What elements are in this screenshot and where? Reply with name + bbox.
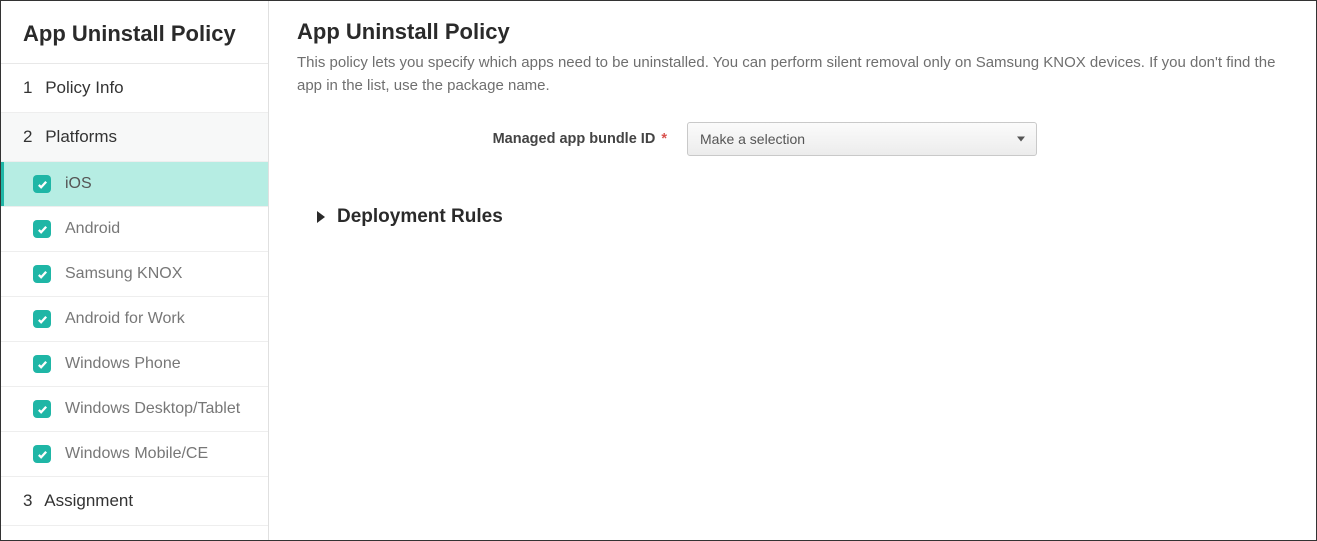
platform-item-android[interactable]: Android [1, 207, 268, 252]
page-title: App Uninstall Policy [297, 19, 1288, 45]
platform-item-samsung-knox[interactable]: Samsung KNOX [1, 252, 268, 297]
platform-item-windows-mobile-ce[interactable]: Windows Mobile/CE [1, 432, 268, 477]
step-number: 2 [23, 127, 32, 146]
platform-item-android-for-work[interactable]: Android for Work [1, 297, 268, 342]
checkbox-checked-icon [33, 355, 51, 373]
step-assignment[interactable]: 3 Assignment [1, 477, 268, 526]
triangle-right-icon [317, 211, 325, 223]
checkbox-checked-icon [33, 310, 51, 328]
sidebar-title: App Uninstall Policy [1, 1, 268, 64]
platform-label: Windows Phone [65, 355, 181, 373]
platform-label: Android [65, 220, 120, 238]
required-mark: * [661, 131, 667, 147]
bundle-id-select[interactable]: Make a selection [687, 122, 1037, 156]
platform-label: Samsung KNOX [65, 265, 182, 283]
step-label: Assignment [44, 491, 133, 510]
caret-down-icon [1017, 136, 1025, 141]
checkbox-checked-icon [33, 220, 51, 238]
step-label: Policy Info [45, 78, 123, 97]
deployment-rules-title: Deployment Rules [337, 206, 503, 228]
deployment-rules-toggle[interactable]: Deployment Rules [297, 206, 1288, 228]
platform-label: Windows Mobile/CE [65, 445, 208, 463]
step-number: 3 [23, 491, 32, 510]
main-panel: App Uninstall Policy This policy lets yo… [269, 1, 1316, 540]
platform-label: Android for Work [65, 310, 185, 328]
form-row-bundle-id: Managed app bundle ID * Make a selection [297, 122, 1288, 156]
step-number: 1 [23, 78, 32, 97]
checkbox-checked-icon [33, 445, 51, 463]
select-placeholder: Make a selection [700, 131, 805, 147]
step-label: Platforms [45, 127, 117, 146]
step-platforms[interactable]: 2 Platforms [1, 113, 268, 162]
checkbox-checked-icon [33, 175, 51, 193]
step-policy-info[interactable]: 1 Policy Info [1, 64, 268, 113]
platform-item-windows-phone[interactable]: Windows Phone [1, 342, 268, 387]
platform-item-windows-desktop-tablet[interactable]: Windows Desktop/Tablet [1, 387, 268, 432]
platform-item-ios[interactable]: iOS [1, 162, 268, 207]
page-description: This policy lets you specify which apps … [297, 51, 1288, 98]
platform-label: iOS [65, 175, 92, 193]
checkbox-checked-icon [33, 400, 51, 418]
platform-label: Windows Desktop/Tablet [65, 400, 240, 418]
sidebar: App Uninstall Policy 1 Policy Info 2 Pla… [1, 1, 269, 540]
checkbox-checked-icon [33, 265, 51, 283]
label-text: Managed app bundle ID [493, 131, 656, 147]
select-display: Make a selection [687, 122, 1037, 156]
form-label-bundle-id: Managed app bundle ID * [297, 131, 687, 147]
